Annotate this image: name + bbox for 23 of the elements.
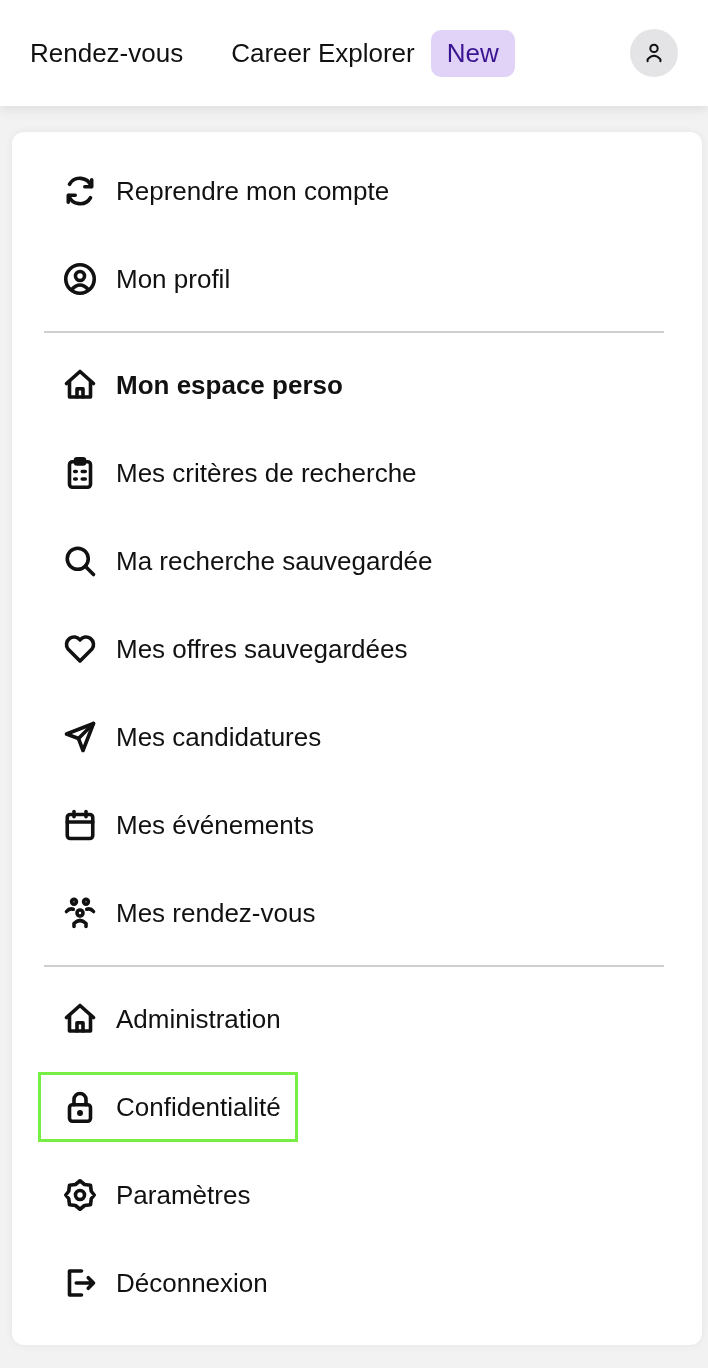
search-icon (62, 543, 98, 579)
menu-item[interactable]: Paramètres (38, 1160, 268, 1230)
new-tag: New (430, 29, 515, 77)
menu-item[interactable]: Reprendre mon compte (38, 156, 407, 226)
calendar-icon (62, 807, 98, 843)
menu-item[interactable]: Confidentialité (38, 1072, 298, 1142)
menu-item[interactable]: Mon espace perso (38, 350, 360, 420)
settings-icon (62, 1177, 98, 1213)
menu-item[interactable]: Ma recherche sauvegardée (38, 526, 450, 596)
people-icon (62, 895, 98, 931)
menu-item[interactable]: Déconnexion (38, 1248, 285, 1318)
menu-item[interactable]: Mon profil (38, 244, 248, 314)
account-button[interactable] (630, 29, 678, 77)
user-circle-icon (62, 261, 98, 297)
menu-item[interactable]: Administration (38, 984, 298, 1054)
menu-item[interactable]: Mes candidatures (38, 702, 339, 772)
menu-item[interactable]: Mes critères de recherche (38, 438, 434, 508)
menu-item[interactable]: Mes rendez-vous (38, 878, 333, 948)
nav-link[interactable]: Career Explorer (231, 33, 415, 73)
send-icon (62, 719, 98, 755)
menu-item[interactable]: Mes événements (38, 790, 331, 860)
menu-item[interactable]: Mes offres sauvegardées (38, 614, 425, 684)
nav-link[interactable]: Rendez-vous (30, 33, 184, 73)
